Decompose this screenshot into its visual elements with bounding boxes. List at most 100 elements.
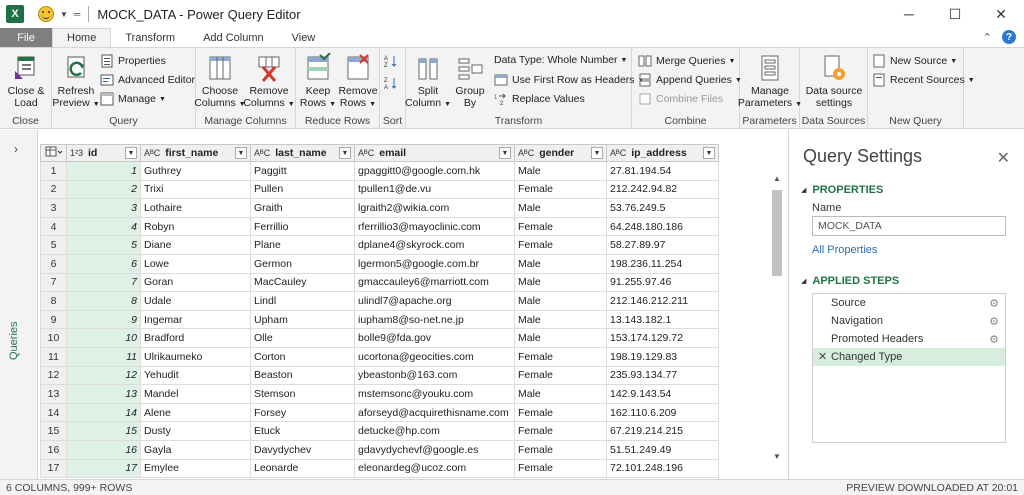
cell-email[interactable]: ulindl7@apache.org (354, 291, 515, 311)
remove-columns-button[interactable]: Remove Columns ▼ (243, 53, 295, 111)
scroll-up-icon[interactable]: ▲ (770, 174, 784, 186)
tab-transform[interactable]: Transform (111, 28, 189, 47)
cell-first-name[interactable]: Trixi (140, 179, 251, 200)
cell-first-name[interactable]: Goran (140, 272, 251, 293)
cell-email[interactable]: lgermon5@google.com.br (354, 253, 515, 274)
cell-first-name[interactable]: Lowe (140, 253, 251, 274)
cell-gender[interactable]: Female (514, 346, 607, 367)
cell-gender[interactable]: Female (514, 235, 607, 255)
cell-email[interactable]: rferrillio3@mayoclinic.com (354, 216, 515, 237)
cell-id[interactable]: 1 (66, 161, 141, 181)
data-source-settings-button[interactable]: Data source settings (802, 53, 866, 109)
cell-email[interactable]: ybeastonb@163.com (354, 365, 515, 386)
manage-parameters-button[interactable]: Manage Parameters ▼ (738, 53, 802, 111)
scroll-thumb[interactable] (772, 190, 782, 276)
column-header-gender[interactable]: AᴮC gender ▼ (514, 144, 607, 162)
cell-last-name[interactable]: Ferrillio (250, 216, 355, 237)
gear-icon[interactable]: ⚙ (989, 297, 999, 310)
column-type-icon[interactable]: AᴮC (518, 148, 534, 158)
cell-email[interactable]: tpullen1@de.vu (354, 179, 515, 200)
data-type-dropdown[interactable]: Data Type: Whole Number ▼ (494, 54, 627, 66)
cell-id[interactable]: 17 (66, 458, 141, 479)
column-header-last-name[interactable]: AᴮC last_name ▼ (250, 144, 355, 162)
cell-gender[interactable]: Female (514, 439, 607, 460)
cell-id[interactable]: 5 (66, 235, 141, 255)
column-filter-dropdown-icon[interactable]: ▼ (125, 147, 137, 159)
feedback-smiley-icon[interactable] (38, 6, 54, 22)
applied-steps-section-header[interactable]: ◢ APPLIED STEPS (801, 275, 899, 287)
cell-id[interactable]: 3 (66, 198, 141, 218)
delete-step-icon[interactable]: ✕ (818, 350, 827, 363)
properties-button[interactable]: Properties (100, 54, 166, 68)
cell-gender[interactable]: Male (514, 328, 607, 348)
cell-ip-address[interactable]: 198.19.129.83 (606, 346, 719, 367)
cell-gender[interactable]: Male (514, 291, 607, 311)
cell-email[interactable]: ucortona@geocities.com (354, 346, 515, 367)
tab-home[interactable]: Home (52, 28, 112, 47)
step-changed-type[interactable]: ✕ Changed Type (813, 348, 1005, 366)
append-queries-button[interactable]: Append Queries ▼ (638, 73, 742, 87)
table-menu-button[interactable] (40, 144, 67, 162)
advanced-editor-button[interactable]: Advanced Editor (100, 73, 195, 87)
cell-id[interactable]: 6 (66, 253, 141, 274)
row-number[interactable]: 15 (40, 421, 67, 441)
cell-ip-address[interactable]: 212.146.212.211 (606, 291, 719, 311)
row-number[interactable]: 17 (40, 458, 67, 479)
query-name-field[interactable]: MOCK_DATA (812, 216, 1006, 236)
cell-id[interactable]: 9 (66, 309, 141, 330)
cell-last-name[interactable]: Upham (250, 309, 355, 330)
row-number[interactable]: 1 (40, 161, 67, 181)
expand-queries-chevron-icon[interactable]: › (14, 142, 18, 156)
cell-first-name[interactable]: Alene (140, 402, 251, 423)
column-filter-dropdown-icon[interactable]: ▼ (235, 147, 247, 159)
row-number[interactable]: 11 (40, 346, 67, 367)
cell-last-name[interactable]: Graith (250, 198, 355, 218)
cell-last-name[interactable]: Pullen (250, 179, 355, 200)
choose-columns-button[interactable]: Choose Columns ▼ (194, 53, 246, 111)
cell-email[interactable]: bolle9@fda.gov (354, 328, 515, 348)
cell-first-name[interactable]: Mandel (140, 384, 251, 404)
row-number[interactable]: 6 (40, 253, 67, 274)
cell-ip-address[interactable]: 27.81.194.54 (606, 161, 719, 181)
row-number[interactable]: 3 (40, 198, 67, 218)
recent-sources-button[interactable]: Recent Sources ▼ (872, 73, 975, 87)
properties-section-header[interactable]: ◢ PROPERTIES (801, 184, 883, 196)
row-number[interactable]: 14 (40, 402, 67, 423)
cell-first-name[interactable]: Udale (140, 291, 251, 311)
cell-ip-address[interactable]: 91.255.97.46 (606, 272, 719, 293)
cell-gender[interactable]: Male (514, 272, 607, 293)
row-number[interactable]: 2 (40, 179, 67, 200)
tab-add-column[interactable]: Add Column (189, 28, 278, 47)
row-number[interactable]: 7 (40, 272, 67, 293)
column-header-ip-address[interactable]: AᴮC ip_address ▼ (606, 144, 719, 162)
cell-last-name[interactable]: Lindl (250, 291, 355, 311)
close-settings-icon[interactable]: ✕ (997, 148, 1010, 168)
cell-email[interactable]: eleonardeg@ucoz.com (354, 458, 515, 479)
minimize-button[interactable]: ─ (886, 0, 932, 28)
cell-id[interactable]: 11 (66, 346, 141, 367)
row-number[interactable]: 9 (40, 309, 67, 330)
column-filter-dropdown-icon[interactable]: ▼ (591, 147, 603, 159)
cell-gender[interactable]: Female (514, 216, 607, 237)
row-number[interactable]: 8 (40, 291, 67, 311)
cell-email[interactable]: gmaccauley6@marriott.com (354, 272, 515, 293)
cell-last-name[interactable]: Forsey (250, 402, 355, 423)
group-by-button[interactable]: Group By (452, 53, 488, 109)
new-source-button[interactable]: New Source ▼ (872, 54, 957, 68)
column-header-first-name[interactable]: AᴮC first_name ▼ (140, 144, 251, 162)
cell-ip-address[interactable]: 67.219.214.215 (606, 421, 719, 441)
cell-ip-address[interactable]: 142.9.143.54 (606, 384, 719, 404)
step-source[interactable]: Source ⚙ (813, 294, 1005, 312)
column-filter-dropdown-icon[interactable]: ▼ (339, 147, 351, 159)
column-type-icon[interactable]: AᴮC (254, 148, 270, 158)
cell-id[interactable]: 8 (66, 291, 141, 311)
cell-email[interactable]: iupham8@so-net.ne.jp (354, 309, 515, 330)
cell-first-name[interactable]: Bradford (140, 328, 251, 348)
cell-last-name[interactable]: Etuck (250, 421, 355, 441)
cell-ip-address[interactable]: 198.236.11.254 (606, 253, 719, 274)
cell-gender[interactable]: Male (514, 161, 607, 181)
use-first-row-headers-button[interactable]: Use First Row as Headers ▼ (494, 73, 644, 87)
all-properties-link[interactable]: All Properties (812, 244, 877, 256)
cell-email[interactable]: gpaggitt0@google.com.hk (354, 161, 515, 181)
step-navigation[interactable]: Navigation ⚙ (813, 312, 1005, 330)
